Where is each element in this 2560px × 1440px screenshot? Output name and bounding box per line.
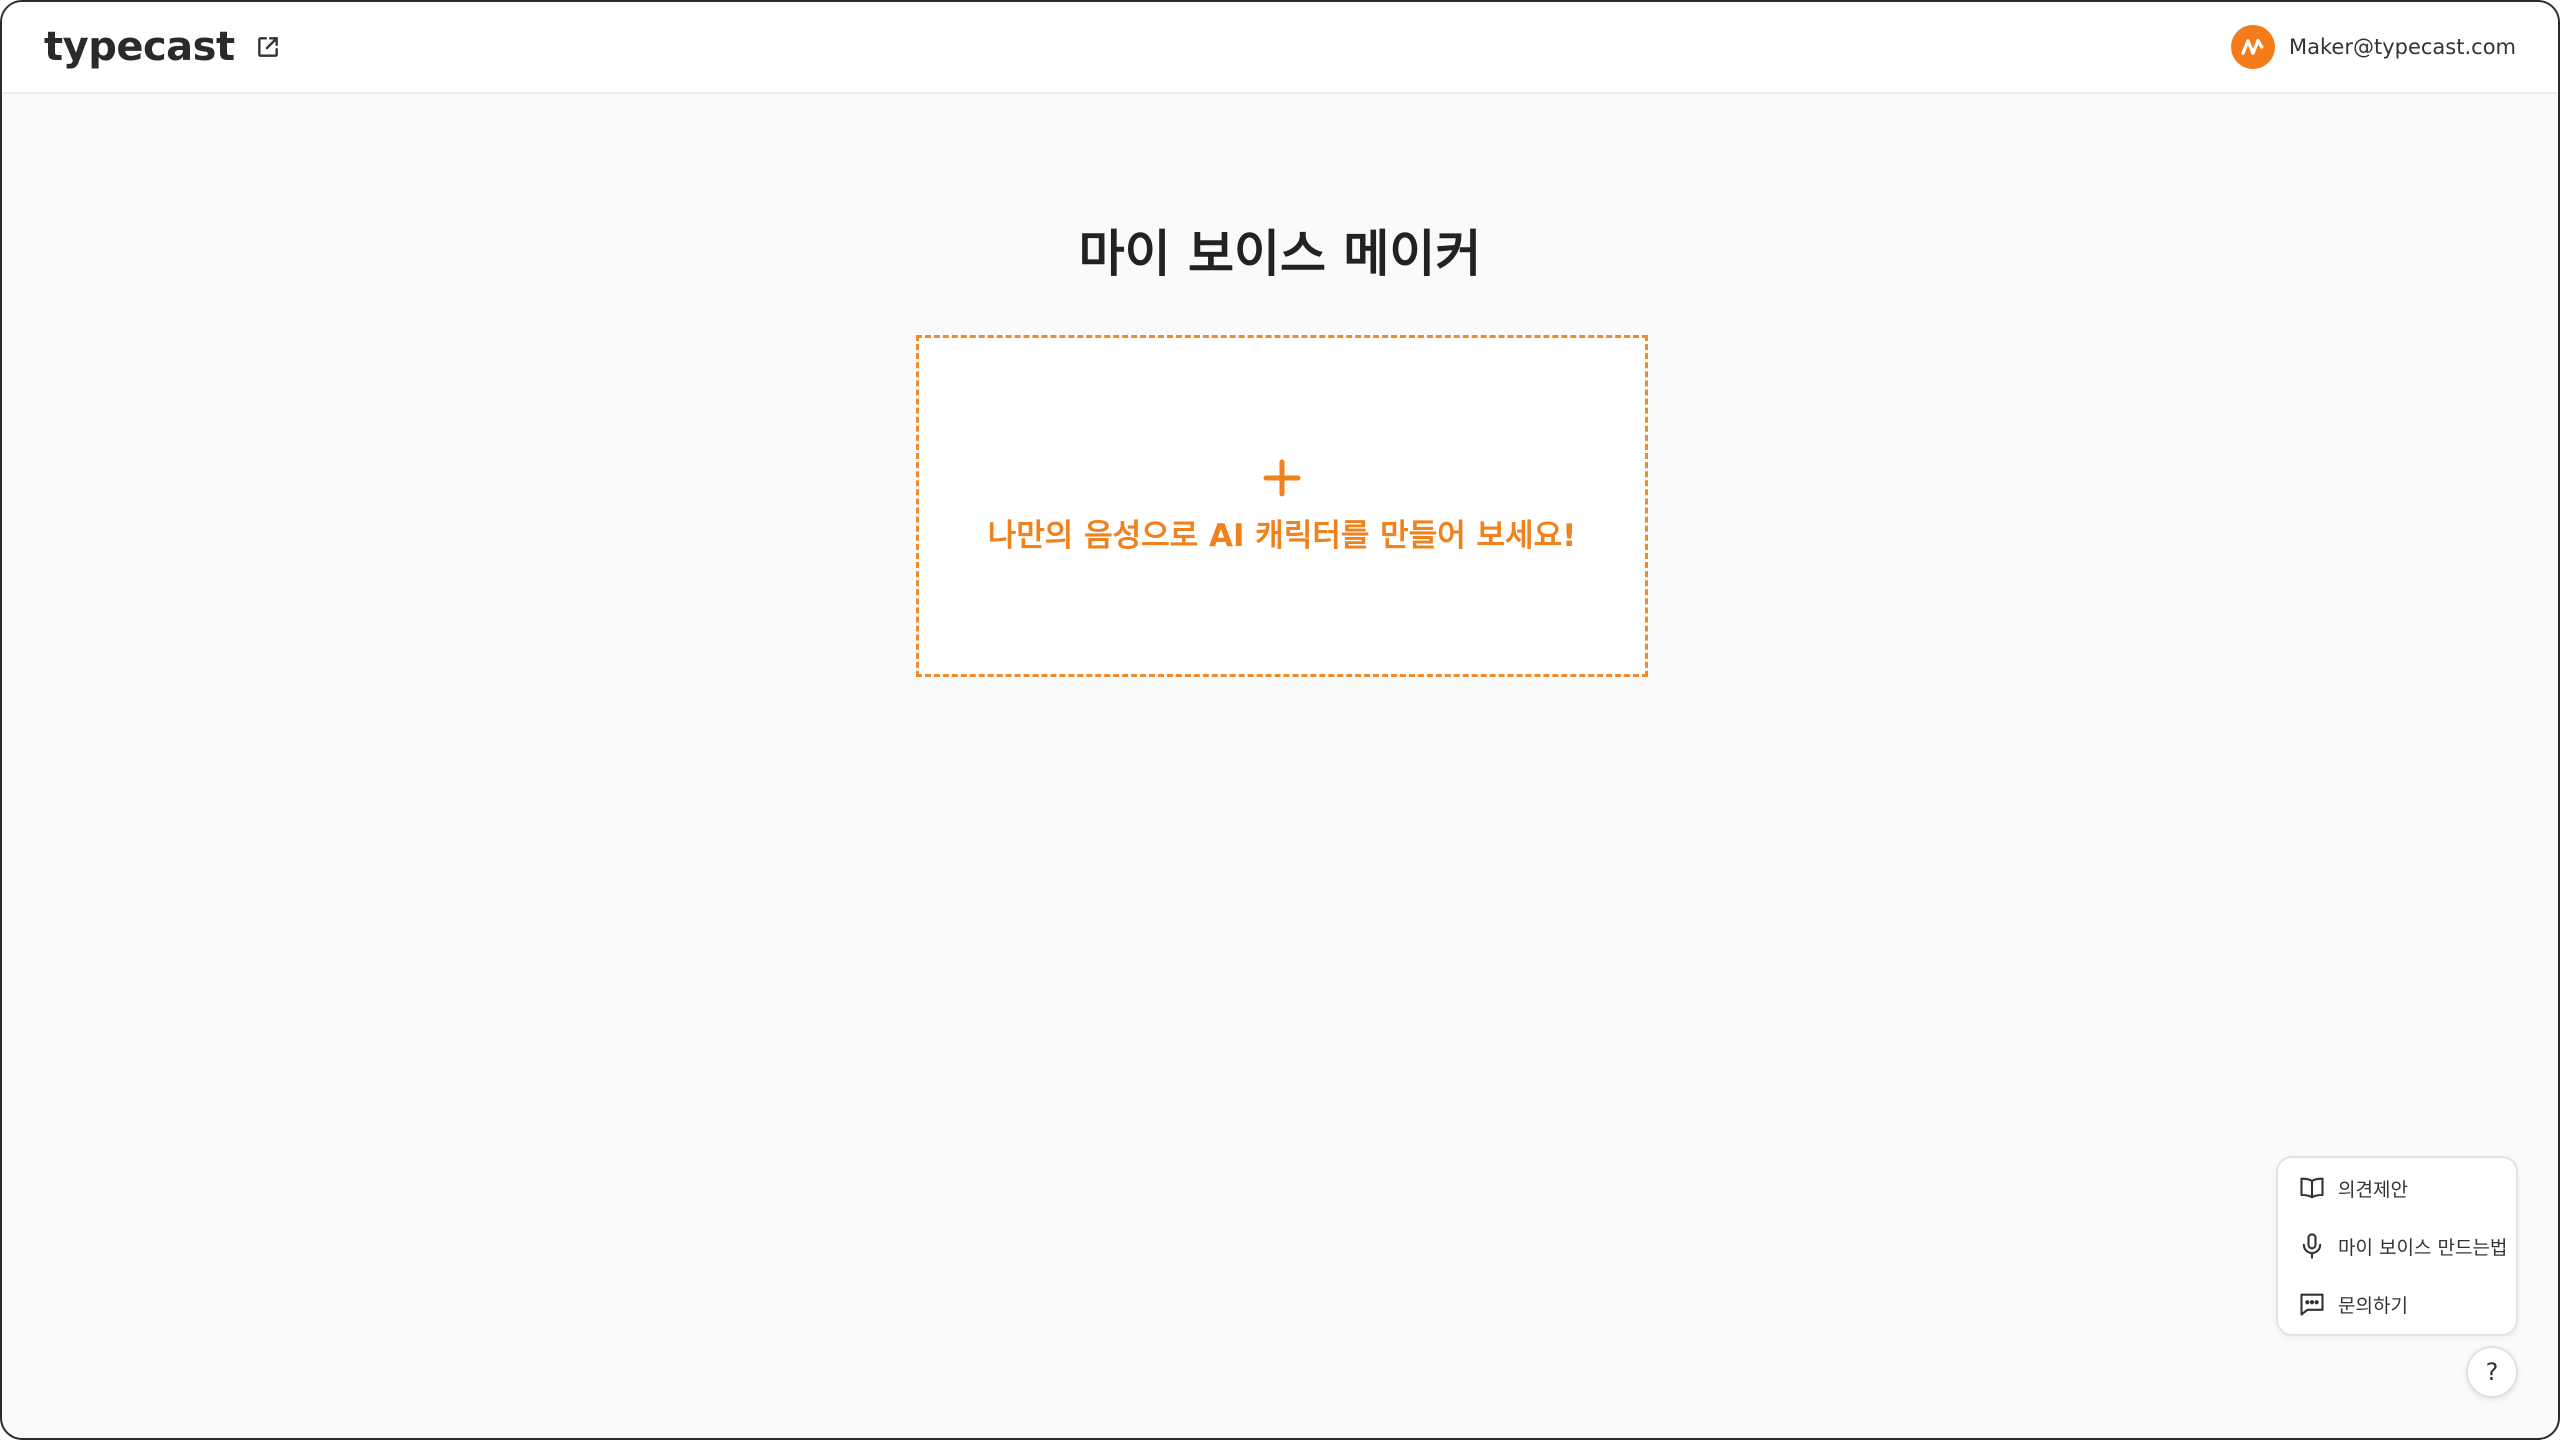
- help-item-label: 문의하기: [2338, 1294, 2408, 1317]
- page-title: 마이 보이스 메이커: [1078, 225, 1482, 283]
- chat-icon: [2298, 1290, 2326, 1318]
- create-voice-card[interactable]: 나만의 음성으로 AI 캐릭터를 만들어 보세요!: [916, 335, 1648, 677]
- user-email[interactable]: Maker@typecast.com: [2289, 35, 2516, 59]
- avatar[interactable]: [2231, 25, 2276, 69]
- help-menu: 의견제안 마이 보이스 만드는법 문의하기: [2276, 1156, 2518, 1336]
- brand: typecast: [44, 24, 281, 70]
- help-item-contact[interactable]: 문의하기: [2298, 1290, 2496, 1318]
- external-link-icon[interactable]: [255, 34, 281, 60]
- help-item-feedback[interactable]: 의견제안: [2298, 1174, 2496, 1202]
- help-item-label: 의견제안: [2338, 1178, 2408, 1201]
- help-item-how-to[interactable]: 마이 보이스 만드는법: [2298, 1232, 2507, 1260]
- microphone-icon: [2298, 1232, 2326, 1260]
- create-voice-prompt: 나만의 음성으로 AI 캐릭터를 만들어 보세요!: [987, 517, 1577, 554]
- plus-icon: [1262, 458, 1302, 498]
- help-item-label: 마이 보이스 만드는법: [2338, 1236, 2508, 1259]
- app-window: typecast Maker@typecast.com 마이 보이스 메이커 나…: [0, 0, 2560, 1440]
- book-icon: [2298, 1174, 2326, 1202]
- user-account[interactable]: Maker@typecast.com: [2231, 25, 2516, 69]
- top-bar: typecast Maker@typecast.com: [2, 2, 2558, 94]
- typecast-logo[interactable]: typecast: [44, 24, 235, 70]
- help-toggle-button[interactable]: ?: [2466, 1346, 2518, 1398]
